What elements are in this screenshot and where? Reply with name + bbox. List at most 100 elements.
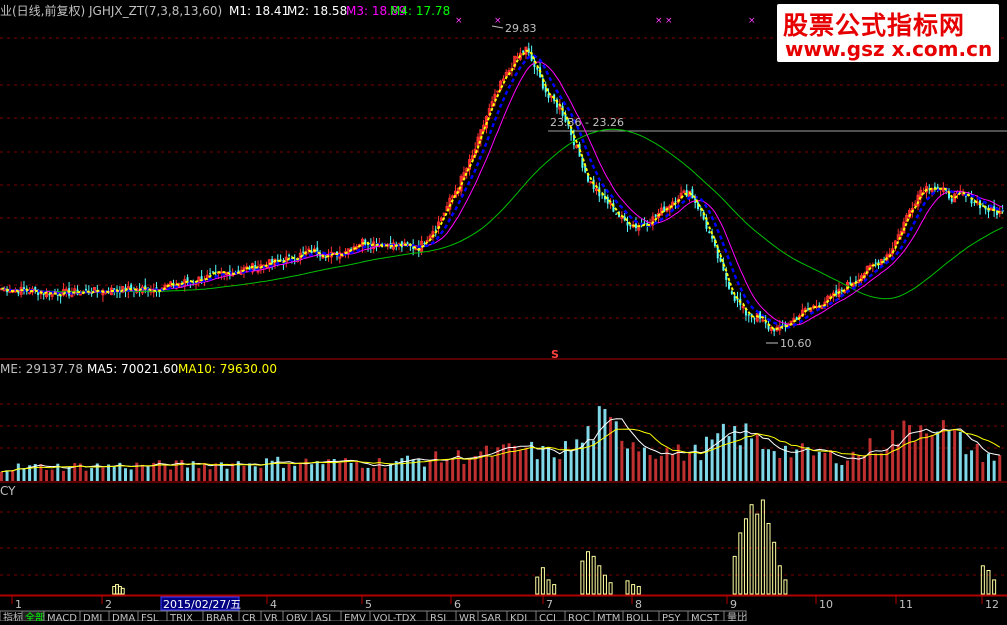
tab-17[interactable]: KDJ: [506, 610, 537, 624]
volume-bar: [248, 463, 252, 481]
tab-13[interactable]: VOL-TDX: [369, 610, 428, 624]
volume-bar: [169, 469, 173, 481]
indicator-bar: [760, 499, 765, 595]
candle-body: [8, 290, 12, 293]
volume-bar: [812, 455, 816, 481]
volume-bar: [671, 454, 675, 481]
volume-bar: [484, 445, 488, 481]
tab-5[interactable]: FSL: [137, 610, 168, 624]
indicator-tabs: 指标 全部 MACD DMI DMA FSL TRIX BRAR CR VR OBV ASI EMV VO…: [0, 610, 747, 624]
volume-bar: [186, 467, 190, 481]
volume-bar: [445, 459, 449, 481]
candle-body: [219, 271, 223, 274]
volume-bar: [953, 429, 957, 481]
tab-18[interactable]: CCI: [535, 610, 566, 624]
indicator-bar: [586, 551, 591, 595]
tab-3[interactable]: DMI: [79, 610, 110, 624]
candle-body: [615, 213, 618, 215]
tab-2[interactable]: MACD: [43, 610, 81, 624]
tab-1[interactable]: 全部: [21, 610, 45, 624]
m2-value: M2: 18.58: [287, 4, 347, 18]
candle-body: [209, 273, 212, 275]
tab-7[interactable]: BRAR: [202, 610, 240, 624]
volume-bar: [90, 468, 94, 481]
volume-bar: [16, 463, 20, 481]
volume-bar: [541, 445, 545, 481]
volume-bar: [298, 462, 302, 481]
volume-bar: [281, 467, 285, 481]
volume-bar: [981, 461, 985, 481]
volume-bar: [84, 470, 88, 481]
x-tick-label: 7: [546, 598, 553, 611]
volume-bar: [558, 459, 562, 481]
volume-bar: [355, 461, 359, 481]
indicator-bar: [608, 582, 613, 595]
indicator-bar: [783, 579, 788, 595]
tab-15[interactable]: WR: [455, 610, 479, 624]
tab-20[interactable]: MTM: [593, 610, 624, 624]
indicator-bar: [597, 565, 602, 595]
volume-bar: [693, 444, 697, 481]
volume-bar: [789, 457, 793, 481]
tab-22[interactable]: PSY: [658, 610, 689, 624]
tab-label: DMA: [112, 613, 135, 621]
chart-canvas: × × × × × 业(日线,前复权) JGHJX_ZT(7,3,8,13,60) M1…: [0, 3, 1007, 624]
tab-label: PSY: [662, 613, 681, 621]
tab-9[interactable]: VR: [260, 610, 284, 624]
indicator-bar: [777, 565, 782, 595]
volume-bar: [208, 469, 212, 481]
top-marker-x: ×: [494, 16, 502, 26]
tab-24[interactable]: 量比: [723, 610, 747, 624]
tab-16[interactable]: SAR: [477, 610, 508, 624]
volume-bar: [834, 463, 838, 481]
volume-bar: [569, 450, 573, 481]
volume-bar: [490, 456, 494, 481]
tab-14[interactable]: RSI: [426, 610, 457, 624]
volume-bar: [609, 417, 613, 481]
tab-label: OBV: [286, 613, 307, 621]
volume-bar: [637, 451, 641, 481]
tab-10[interactable]: OBV: [282, 610, 313, 624]
volume-bar: [524, 447, 528, 481]
volume-bar: [259, 467, 263, 481]
volume-bar: [761, 448, 765, 481]
tab-label: DMI: [83, 613, 102, 621]
signal-s-mark: S: [551, 348, 559, 361]
tab-11[interactable]: ASI: [311, 610, 342, 624]
tab-8[interactable]: CR: [238, 610, 262, 624]
tab-label: BOLL: [626, 613, 652, 621]
indicator-bar: [738, 532, 743, 595]
volume-bar: [586, 426, 590, 481]
indicator-bar: [732, 555, 737, 595]
volume-bar: [958, 431, 962, 481]
volume-bar: [124, 468, 127, 481]
candle-body: [708, 231, 711, 234]
tab-12[interactable]: EMV: [340, 610, 371, 624]
tab-label: 指标: [3, 611, 23, 621]
volume-bar: [800, 443, 804, 481]
volume-bar: [265, 458, 269, 481]
indicator-bar: [591, 555, 596, 595]
tab-4[interactable]: DMA: [108, 610, 139, 624]
moving-average-lines: [1, 49, 1003, 331]
m1-value: M1: 18.41: [229, 4, 289, 18]
volume-bar: [862, 455, 866, 481]
tab-0[interactable]: 指标: [0, 610, 23, 624]
volume-grid: [0, 403, 1007, 449]
volume-bar: [112, 466, 116, 481]
volume-bar: [389, 463, 393, 481]
top-marker-x: ×: [665, 16, 673, 26]
volume-ma10: MA10: 79630.00: [178, 362, 277, 376]
volume-bar: [129, 469, 133, 481]
volume-bar: [518, 450, 522, 481]
tab-21[interactable]: BOLL: [622, 610, 660, 624]
volume-bar: [39, 464, 43, 481]
volume-bar: [140, 464, 144, 481]
tab-6[interactable]: TRIX: [166, 610, 204, 624]
tab-23[interactable]: MCST: [687, 610, 725, 624]
ma60-line: [1, 128, 1003, 300]
volume-bar: [11, 470, 15, 481]
volume-bar: [101, 467, 105, 481]
indicator-bar: [743, 518, 748, 595]
tab-19[interactable]: ROC: [564, 610, 595, 624]
